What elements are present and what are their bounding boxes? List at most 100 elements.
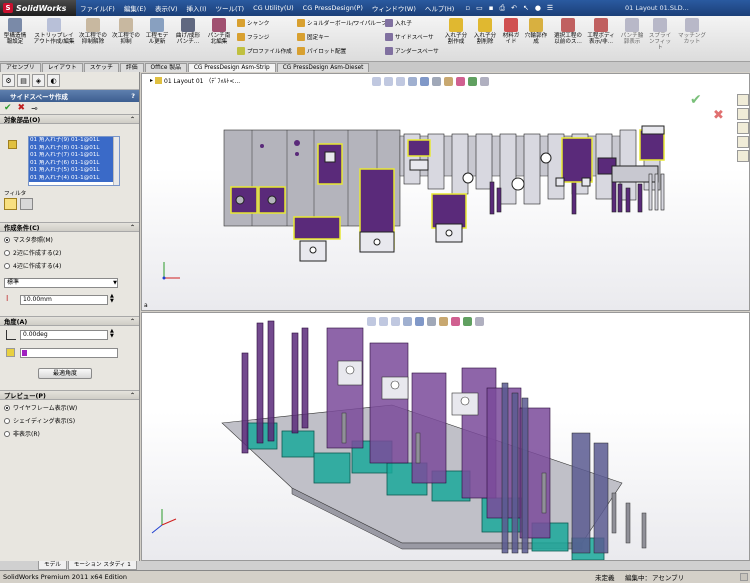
angle-color-bar[interactable] [20,348,118,358]
ribbon-small-shank[interactable]: シャンク [237,19,269,27]
ribbon-button-insert-split-create[interactable]: 入れ子分割作成 [443,18,469,45]
list-item[interactable]: 01 角入れ子(9) 01-1@01L [29,137,119,145]
standard-select[interactable]: 標準 ▼ [4,278,118,288]
chevron-down-icon[interactable]: ▼ [113,279,117,287]
ribbon-button-matching-cut[interactable]: マッチングカット [676,18,708,45]
tab-sketch[interactable]: スケッチ [83,63,119,72]
open-file-icon[interactable]: ▭ [476,4,483,12]
menu-file[interactable]: ファイル(F) [80,3,115,13]
appearances-icon[interactable] [737,150,749,162]
collapse-icon[interactable]: ⌃ [130,392,135,399]
new-file-icon[interactable]: ▫ [465,4,470,12]
radio-four-sides[interactable]: 4辺に作成する(4) [0,259,139,272]
section-target-parts[interactable]: 対象部品(O) ⌃ [0,114,139,124]
section-conditions[interactable]: 作成条件(C) ⌃ [0,222,139,232]
app-logo[interactable]: S SolidWorks [0,0,76,16]
tab-office[interactable]: Office 製品 [144,63,187,72]
menu-cg-pressdesign[interactable]: CG PressDesign(P) [303,4,363,12]
ribbon-button-punch-edit[interactable]: パンチ南北編集 [205,18,233,45]
view-palette-icon[interactable] [737,136,749,148]
ribbon-small-flange[interactable]: フランジ [237,33,269,41]
ribbon-small-under-spacer[interactable]: アンダースペーサ [385,47,439,55]
collapse-icon[interactable]: ⌃ [130,318,135,325]
filter-part-icon[interactable] [20,198,33,210]
tab-assembly[interactable]: アセンブリ [0,63,41,72]
spin-buttons-icon[interactable]: ▲ ▼ [110,294,114,304]
save-icon[interactable]: ▪ [489,4,494,12]
ribbon-button-mold-info[interactable]: 型構造情報設定 [2,18,28,45]
ribbon-button-process-body-toggle[interactable]: 工程ボディ表示/非... [586,18,616,45]
strip-layout-front-view[interactable] [142,74,750,311]
graphics-viewport-isometric[interactable] [141,312,750,561]
help-button[interactable]: ? [131,92,135,100]
radio-master-ref[interactable]: マスタ参照(M) [0,233,139,246]
menu-edit[interactable]: 編集(E) [124,3,146,13]
list-item[interactable]: 01 角入れ子(4) 01-1@01L [29,174,119,182]
ribbon-button-material-guide[interactable]: 材料ガイド [500,18,522,45]
ribbon-button-insert-split-delete[interactable]: 入れ子分割削除 [472,18,498,45]
angle-input[interactable]: 0.00deg [20,330,108,340]
resize-grip-icon[interactable] [740,573,748,581]
ribbon-button-punch-outline[interactable]: パンチ輪郭表示 [619,18,645,45]
file-explorer-icon[interactable] [737,122,749,134]
filter-body-icon[interactable] [4,198,17,210]
tab-motion-study[interactable]: モーション スタディ 1 [67,561,137,570]
strip-layout-isometric-view[interactable] [142,313,750,561]
thickness-input[interactable]: 10.00mm [20,295,108,305]
ok-button[interactable]: ✔ [4,103,12,113]
undo-icon[interactable]: ↶ [511,4,517,12]
spin-buttons-icon[interactable]: ▲ ▼ [110,329,114,339]
tab-layout[interactable]: レイアウト [41,63,83,72]
radio-shaded[interactable]: シェイディング表示(S) [0,414,139,427]
select-icon[interactable]: ↖ [523,4,529,12]
optimal-angle-button[interactable]: 最適角度 [38,368,92,379]
menu-insert[interactable]: 挿入(I) [187,3,207,13]
radio-two-sides[interactable]: 2辺に作成する(2) [0,246,139,259]
ribbon-small-pilot[interactable]: パイロット配置 [297,47,346,55]
options-icon[interactable]: ☰ [547,4,553,12]
menu-tools[interactable]: ツール(T) [216,3,245,13]
menu-window[interactable]: ウィンドウ(W) [372,3,416,13]
list-scrollbar[interactable] [113,137,119,185]
list-item[interactable]: 01 角入れ子(6) 01-1@01L [29,159,119,167]
config-manager-icon[interactable]: ◈ [32,74,45,87]
list-item[interactable]: 01 角入れ子(8) 01-1@01L [29,144,119,152]
ribbon-button-suppress-next[interactable]: 次工程での抑制 [111,18,141,45]
pin-button[interactable]: ⊸ [31,104,38,113]
section-preview[interactable]: プレビュー(P) ⌃ [0,390,139,400]
radio-wireframe[interactable]: ワイヤフレーム表示(W) [0,401,139,414]
ribbon-small-side-spacer[interactable]: サイドスペーサ [385,33,434,41]
ribbon-button-strip-layout[interactable]: ストリップレイアウト作成/編集 [33,18,75,45]
ribbon-button-select-process-prev[interactable]: 選択工程の以前のス... [553,18,583,45]
target-parts-list[interactable]: 01 角入れ子(9) 01-1@01L 01 角入れ子(8) 01-1@01L … [28,136,120,186]
ribbon-button-hole-outline[interactable]: 穴輪郭作成 [524,18,548,45]
collapse-icon[interactable]: ⌃ [130,224,135,231]
menu-cg-utility[interactable]: CG Utility(U) [253,4,294,12]
tab-asm-strip[interactable]: CG PressDesign Asm-Strip [187,63,276,72]
ribbon-small-insert[interactable]: 入れ子 [385,19,412,27]
tab-asm-dieset[interactable]: CG PressDesign Asm-Dieset [276,63,370,72]
design-library-icon[interactable] [737,108,749,120]
ribbon-small-shoulder-ball[interactable]: ショルダーボール/ワイパルーフ [297,19,387,27]
ribbon-button-spline-fit[interactable]: スプラインフィット [647,18,673,51]
section-angle[interactable]: 角度(A) ⌃ [0,316,139,326]
ribbon-button-bend-punch[interactable]: 曲げ/成形パンチ... [173,18,203,45]
display-manager-icon[interactable]: ◐ [47,74,60,87]
property-manager-icon[interactable]: ▤ [17,74,30,87]
list-item[interactable]: 01 角入れ子(7) 01-1@01L [29,152,119,160]
list-item[interactable]: 01 角入れ子(5) 01-1@01L [29,167,119,175]
radio-hidden[interactable]: 非表示(R) [0,427,139,440]
cancel-button[interactable]: ✖ [18,103,26,113]
print-icon[interactable]: ⎙ [499,4,505,13]
ribbon-small-fixed-key[interactable]: 固定キー [297,33,329,41]
ribbon-small-profile[interactable]: プロファイル作成 [237,47,292,55]
menu-help[interactable]: ヘルプ(H) [425,3,454,13]
tab-model[interactable]: モデル [38,561,67,570]
rebuild-icon[interactable]: ● [535,4,541,12]
menu-view[interactable]: 表示(V) [155,3,178,13]
ribbon-button-unsuppress-next[interactable]: 次工程での抑制解除 [78,18,108,45]
tab-evaluate[interactable]: 評価 [119,63,144,72]
ribbon-button-update-model[interactable]: 工程モデル更新 [144,18,170,45]
graphics-viewport-front[interactable]: ▸ 01 Layout 01 （ﾃﾞﾌｫﾙﾄ<... ✔ ✖ a [141,73,750,311]
resources-icon[interactable] [737,94,749,106]
